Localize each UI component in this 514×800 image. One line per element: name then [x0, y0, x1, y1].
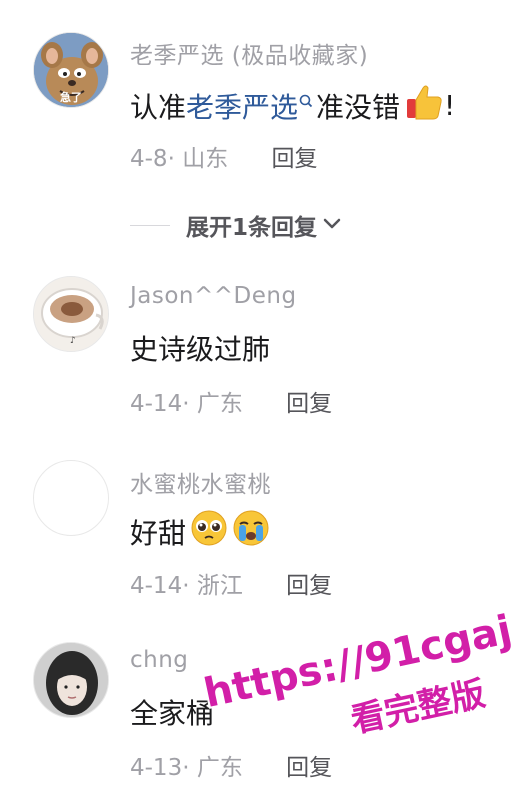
svg-text:♪: ♪: [70, 336, 76, 346]
comment-location: 山东: [182, 146, 229, 172]
crying-face-emoji: [232, 509, 270, 554]
comment-text-content: 好甜: [130, 516, 187, 550]
comment-meta: 4-14· 广东 回复: [130, 391, 333, 417]
watermark: https://91cgaj.com 看完整版: [200, 584, 514, 741]
comment-meta: 4-13· 广东 回复: [130, 755, 333, 781]
comment-text: 好甜: [130, 509, 270, 554]
comment-location: 广东: [196, 391, 243, 417]
comment-username[interactable]: Jason^^Deng: [130, 283, 297, 309]
avatar[interactable]: 急了: [33, 32, 109, 108]
comment-text: 史诗级过肺: [130, 333, 271, 366]
reply-button[interactable]: 回复: [286, 391, 332, 417]
chevron-down-icon: [321, 212, 343, 238]
reply-button[interactable]: 回复: [272, 146, 318, 172]
comment-text-end: !: [444, 89, 456, 122]
comment-username[interactable]: 老季严选 (极品收藏家): [130, 36, 368, 70]
expand-replies-button[interactable]: 展开1条回复: [130, 208, 343, 242]
comment-location: 浙江: [196, 573, 243, 599]
search-keyword-link[interactable]: 老季严选: [186, 86, 298, 126]
comment-text-after: 准没错: [316, 90, 401, 124]
thumbs-up-emoji: [404, 82, 444, 129]
comment-meta: 4-8· 山东 回复: [130, 146, 318, 172]
comment-date: 4-14: [130, 391, 183, 417]
comment-location: 广东: [196, 755, 243, 781]
comment-text-before: 认准: [130, 90, 187, 124]
search-icon[interactable]: [298, 93, 314, 119]
comment-date: 4-14: [130, 573, 183, 599]
comment-username[interactable]: chng: [130, 647, 188, 673]
divider: [130, 224, 170, 226]
reply-button[interactable]: 回复: [286, 755, 332, 781]
avatar[interactable]: [33, 460, 109, 536]
expand-replies-label: 展开1条回复: [186, 215, 318, 241]
reply-button[interactable]: 回复: [286, 573, 332, 599]
comment-text: 全家桶: [130, 697, 215, 730]
avatar-person-image: [34, 643, 108, 717]
avatar[interactable]: ♪: [33, 276, 109, 352]
avatar-coffee-image: ♪: [34, 277, 108, 351]
comment-text: 认准 老季严选 准没错 !: [130, 82, 455, 129]
avatar[interactable]: [33, 642, 109, 718]
avatar-caption: 急了: [60, 91, 82, 104]
comment-date: 4-8: [130, 146, 168, 172]
comment-meta: 4-14· 浙江 回复: [130, 573, 333, 599]
pleading-face-emoji: [190, 509, 228, 554]
comment-username[interactable]: 水蜜桃水蜜桃: [130, 465, 271, 499]
comment-date: 4-13: [130, 755, 183, 781]
